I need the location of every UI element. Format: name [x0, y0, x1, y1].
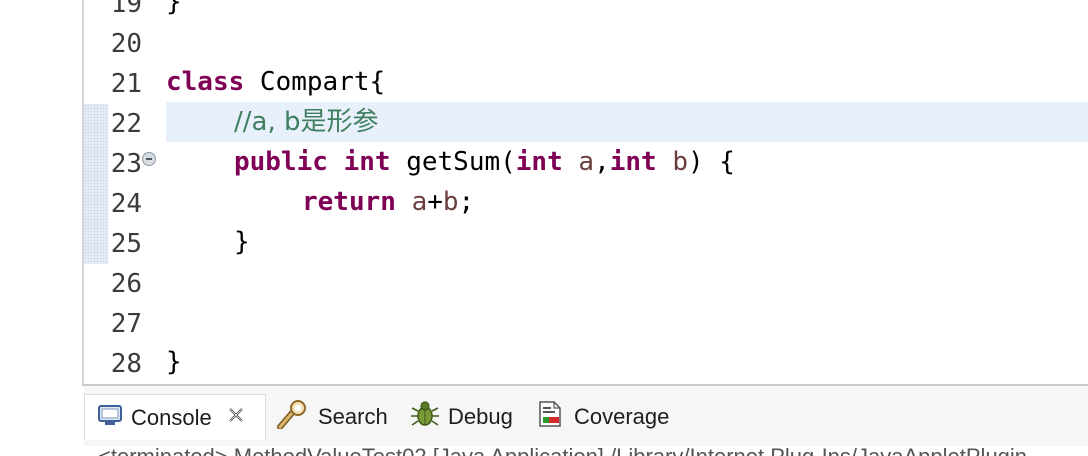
keyword: public — [234, 147, 328, 177]
keyword: int — [515, 147, 563, 177]
bug-icon — [410, 399, 440, 435]
code-line-25[interactable]: 25 } — [84, 222, 1088, 262]
code-text: //a, b是形参 — [234, 102, 379, 142]
code-text: return a+b; — [302, 182, 474, 222]
tab-label: Debug — [448, 404, 513, 429]
line-number: 20 — [110, 29, 142, 59]
code-text: } — [166, 347, 182, 377]
parameter: a — [411, 187, 428, 217]
coverage-icon — [536, 399, 566, 435]
code-line-21[interactable]: 21 class Compart{ — [84, 62, 1088, 102]
class-declaration: Compart{ — [244, 67, 386, 97]
tab-search[interactable]: Search — [276, 394, 388, 440]
line-number: 27 — [110, 309, 142, 339]
operator: + — [427, 187, 443, 217]
code-line-22[interactable]: 22 //a, b是形参 — [84, 102, 1088, 142]
line-number: 22 — [110, 109, 142, 139]
semicolon: ; — [458, 187, 475, 217]
line-number: 28 — [110, 349, 142, 379]
code-line-24[interactable]: 24 return a+b; — [84, 182, 1088, 222]
parameter: a — [578, 147, 595, 177]
line-number: 26 — [110, 269, 142, 299]
tab-console[interactable]: Console — [84, 394, 266, 440]
search-flashlight-icon — [276, 399, 310, 435]
parameter: b — [672, 147, 688, 177]
console-icon — [97, 403, 123, 433]
tab-coverage[interactable]: Coverage — [536, 394, 669, 440]
collapse-fold-icon[interactable] — [142, 152, 156, 166]
line-number: 25 — [110, 229, 142, 259]
code-editor[interactable]: 19 } 20 21 class Compart{ 22 //a, b是形参 2… — [84, 0, 1088, 384]
method-name: getSum( — [390, 147, 516, 177]
tab-debug[interactable]: Debug — [410, 394, 513, 440]
code-text: public int getSum(int a,int b) { — [234, 142, 735, 182]
tab-label: Console — [131, 404, 212, 430]
parameter: b — [442, 187, 459, 217]
comment: //a, b是形参 — [234, 107, 379, 137]
keyword: return — [302, 187, 396, 217]
code-line-27[interactable]: 27 — [84, 302, 1088, 342]
keyword: int — [609, 147, 657, 177]
line-number: 23 — [110, 149, 142, 179]
line-number: 24 — [110, 189, 142, 219]
bottom-panel-tabs: Console Search Debug Coverage — [84, 386, 1088, 446]
comma: , — [594, 147, 610, 177]
keyword: int — [343, 147, 391, 177]
line-number: 21 — [110, 69, 142, 99]
code-text: } — [234, 227, 250, 257]
console-output[interactable]: <terminated> MethodValueTest02 [Java App… — [84, 446, 1088, 456]
method-signature-end: ) { — [688, 147, 735, 177]
code-line-20[interactable]: 20 — [84, 22, 1088, 62]
close-icon[interactable] — [226, 405, 246, 431]
keyword: class — [166, 67, 245, 97]
code-line-19[interactable]: 19 } — [84, 0, 1088, 22]
code-line-28[interactable]: 28 } — [84, 342, 1088, 382]
code-line-26[interactable]: 26 — [84, 262, 1088, 302]
left-panel-strip — [0, 0, 82, 456]
line-number: 19 — [110, 0, 142, 19]
code-text: class Compart{ — [166, 62, 385, 102]
console-status-text: <terminated> MethodValueTest02 [Java App… — [98, 446, 1027, 456]
code-line-23[interactable]: 23 public int getSum(int a,int b) { — [84, 142, 1088, 182]
code-text: } — [166, 0, 182, 17]
tab-label: Search — [318, 404, 388, 429]
tab-label: Coverage — [574, 404, 670, 429]
